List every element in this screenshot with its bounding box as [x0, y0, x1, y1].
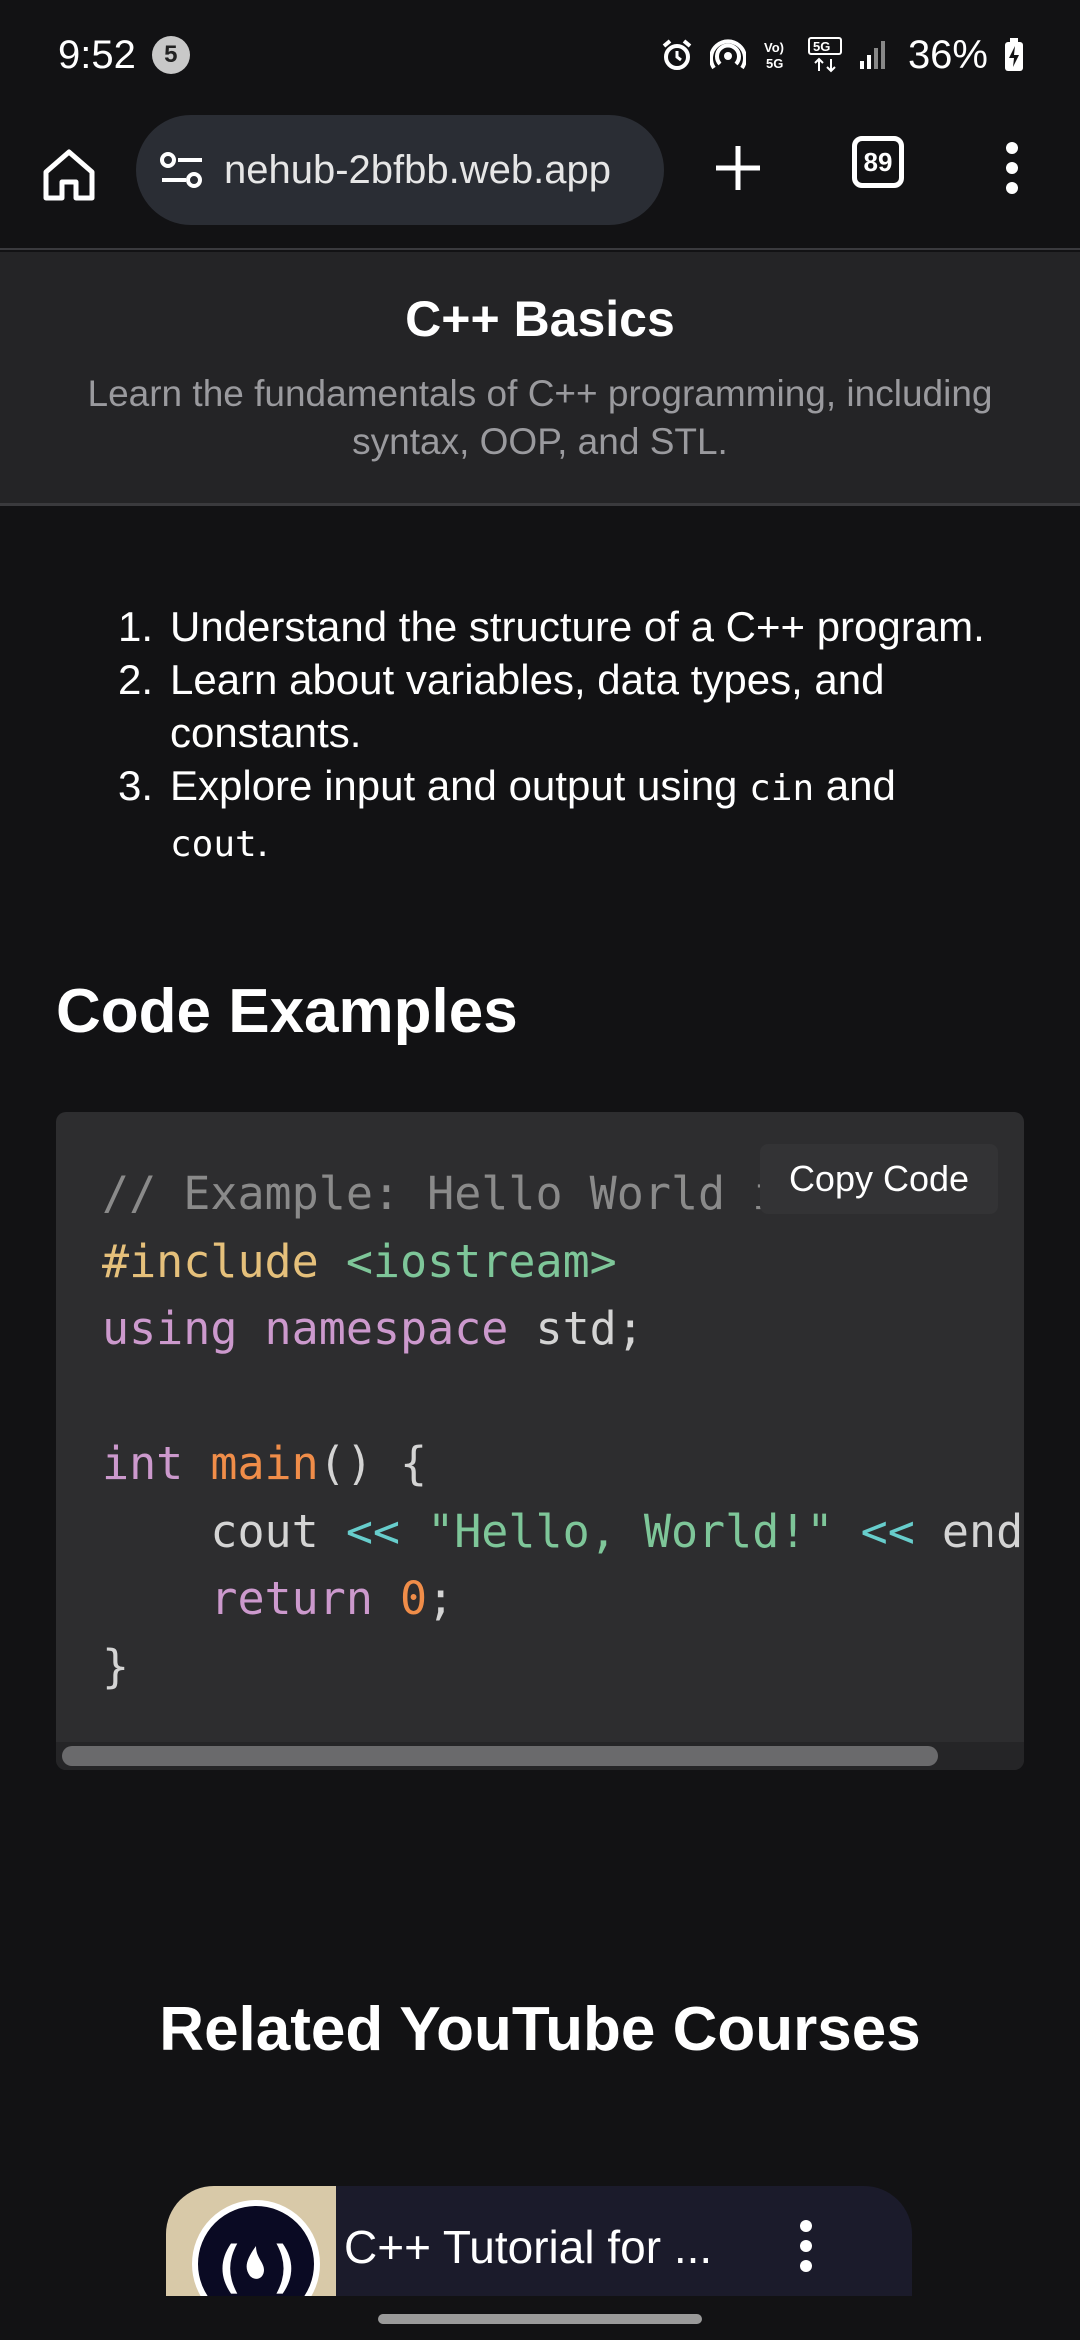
list-item: 2. Learn about variables, data types, an… — [118, 653, 998, 759]
tab-switcher-button[interactable]: 89 — [852, 136, 904, 188]
inline-code-cout: cout — [170, 824, 257, 865]
site-settings-icon[interactable] — [158, 150, 206, 190]
home-icon — [43, 149, 95, 201]
video-title: C++ Tutorial for ... — [344, 2221, 713, 2273]
code-string: "Hello, World!" — [400, 1504, 834, 1558]
list-item: 1. Understand the structure of a C++ pro… — [118, 600, 998, 653]
code-operator: << — [345, 1504, 401, 1558]
list-item-text: Learn about variables, data types, and c… — [170, 656, 885, 756]
address-bar[interactable]: nehub-2bfbb.web.app — [136, 115, 664, 225]
code-preprocessor: #include — [102, 1234, 319, 1288]
page-title: C++ Basics — [405, 291, 675, 347]
code-text: ; — [427, 1572, 455, 1625]
list-item: 3. Explore input and output using cin an… — [118, 759, 998, 871]
volte-icon: Vo) 5G — [762, 38, 792, 72]
svg-text:(: ( — [212, 2235, 246, 2296]
hotspot-icon — [709, 38, 746, 72]
code-text: cout — [102, 1504, 346, 1558]
list-item-text: Explore input and output using — [170, 762, 750, 809]
code-keyword: using namespace — [102, 1302, 509, 1355]
code-content: // Example: Hello World in C++ #include … — [102, 1160, 1024, 1700]
svg-text:): ) — [268, 2235, 302, 2296]
code-operator: << — [833, 1504, 915, 1558]
svg-text:Vo): Vo) — [764, 40, 784, 55]
page-header: C++ Basics Learn the fundamentals of C++… — [0, 252, 1080, 506]
battery-percentage: 36% — [907, 32, 988, 77]
more-vert-icon — [1006, 142, 1018, 194]
list-number: 3. — [118, 762, 154, 809]
code-number: 0 — [372, 1572, 428, 1625]
channel-logo-icon: () — [192, 2200, 320, 2296]
network-5g-icon: 5G — [807, 37, 842, 73]
code-keyword: int — [102, 1437, 184, 1490]
url-text: nehub-2bfbb.web.app — [224, 147, 611, 192]
objectives-list: 1. Understand the structure of a C++ pro… — [118, 600, 998, 871]
inline-code-cin: cin — [749, 768, 815, 809]
svg-text:5G: 5G — [766, 56, 783, 71]
code-block[interactable]: // Example: Hello World in C++ #include … — [56, 1112, 1024, 1770]
youtube-courses-heading: Related YouTube Courses — [159, 1995, 921, 2064]
code-text: std; — [508, 1302, 644, 1355]
code-horizontal-scrollbar[interactable] — [56, 1742, 1024, 1770]
home-button[interactable] — [38, 144, 100, 206]
scrollbar-thumb[interactable] — [62, 1746, 938, 1766]
code-keyword: return — [102, 1572, 373, 1625]
page-subtitle: Learn the fundamentals of C++ programmin… — [87, 373, 993, 462]
notification-count-badge: 5 — [151, 36, 190, 74]
status-bar: 9:52 5 Vo) 5G 5G 36% — [0, 0, 1080, 110]
status-icons: Vo) 5G 5G 36% — [660, 33, 1024, 78]
code-text: () { — [318, 1437, 428, 1490]
plus-icon — [716, 146, 760, 190]
copy-code-button[interactable]: Copy Code — [760, 1144, 998, 1214]
browser-toolbar: nehub-2bfbb.web.app 89 — [0, 110, 1080, 250]
code-examples-heading: Code Examples — [56, 977, 518, 1046]
gesture-nav-handle[interactable] — [378, 2314, 702, 2324]
list-item-text: . — [256, 818, 269, 865]
code-include: <iostream> — [318, 1234, 617, 1288]
signal-icon — [858, 39, 888, 71]
browser-menu-button[interactable] — [998, 140, 1026, 196]
battery-charging-icon — [1004, 38, 1024, 72]
video-more-options[interactable] — [796, 2214, 816, 2284]
code-text: endl; — [941, 1504, 1024, 1558]
youtube-video-card[interactable]: () C++ Tutorial for ... — [166, 2186, 912, 2296]
list-item-text: Understand the structure of a C++ progra… — [170, 603, 985, 650]
svg-text:5G: 5G — [813, 39, 830, 54]
list-item-text: and — [814, 762, 896, 809]
alarm-icon — [660, 38, 694, 72]
code-function: main — [183, 1437, 319, 1490]
new-tab-button[interactable] — [710, 140, 766, 196]
status-time: 9:52 — [58, 32, 136, 77]
code-text: } — [102, 1639, 130, 1693]
list-number: 2. — [118, 656, 154, 703]
more-vert-icon — [800, 2220, 812, 2272]
list-number: 1. — [118, 603, 154, 650]
